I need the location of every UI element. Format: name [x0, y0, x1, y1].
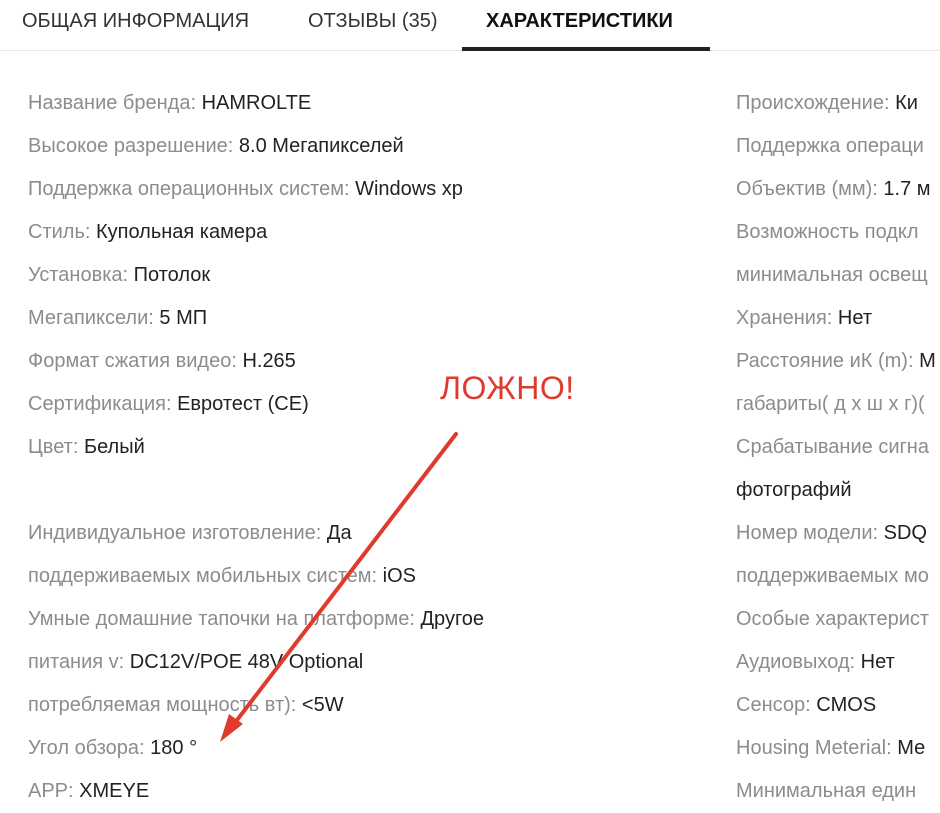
- spec-row-compression: Формат сжатия видео: H.265: [28, 340, 296, 383]
- spec-row-resolution: Высокое разрешение: 8.0 Мегапикселей: [28, 125, 404, 168]
- spec-name: Установка:: [28, 264, 134, 286]
- annotation-label: ЛОЖНО!: [440, 370, 575, 406]
- spec-name: Сертификация:: [28, 393, 178, 415]
- spec-row-smart-home: Умные домашние тапочки на платформе: Дру…: [28, 598, 484, 641]
- spec-value: iOS: [382, 565, 416, 587]
- tab-specifications-label: ХАРАКТЕРИСТИКИ: [486, 10, 673, 32]
- tab-bar: ОБЩАЯ ИНФОРМАЦИЯ ОТЗЫВЫ (35) ХАРАКТЕРИСТ…: [0, 0, 940, 51]
- spec-value: Ки: [895, 92, 918, 114]
- spec-row-view-angle: Угол обзора: 180 °: [28, 727, 197, 770]
- spec-row-special-features: Особые характерист: [736, 598, 929, 641]
- spec-value: CMOS: [816, 694, 877, 716]
- spec-value: <5W: [301, 694, 344, 716]
- spec-row-os-support: Поддержка операци: [736, 125, 924, 168]
- spec-value: Купольная камера: [95, 221, 268, 243]
- spec-name: Поддержка операционных систем:: [28, 178, 356, 200]
- spec-row-os: Поддержка операционных систем: Windows x…: [28, 168, 463, 211]
- spec-value: фотографий: [736, 479, 852, 501]
- spec-name: APP:: [28, 780, 80, 802]
- spec-name: Название бренда:: [28, 92, 202, 114]
- spec-value: Белый: [83, 436, 145, 458]
- spec-name: питания v:: [28, 651, 130, 673]
- spec-name: Аудиовыход:: [736, 651, 861, 673]
- spec-row-connectivity: Возможность подкл: [736, 211, 919, 254]
- spec-row-megapixels: Мегапиксели: 5 МП: [28, 297, 207, 340]
- spec-name: габариты( д х ш х г)(: [736, 393, 925, 415]
- spec-name: Сенсор:: [736, 694, 817, 716]
- tab-specifications[interactable]: ХАРАКТЕРИСТИКИ: [462, 0, 710, 51]
- spec-row-housing: Housing Meterial: Ме: [736, 727, 925, 770]
- tab-reviews[interactable]: ОТЗЫВЫ (35): [308, 0, 438, 50]
- spec-name: Умные домашние тапочки на платформе:: [28, 608, 421, 630]
- spec-row-origin: Происхождение: Ки: [736, 82, 918, 125]
- spec-row-min-unit: Минимальная един: [736, 770, 916, 807]
- tab-general-info[interactable]: ОБЩАЯ ИНФОРМАЦИЯ: [22, 0, 249, 50]
- spec-row-audio-out: Аудиовыход: Нет: [736, 641, 895, 684]
- spec-name: Номер модели:: [736, 522, 884, 544]
- spec-name: поддерживаемых мобильных систем:: [28, 565, 383, 587]
- spec-value: 1.7 м: [883, 178, 931, 200]
- spec-value: Да: [326, 522, 352, 544]
- spec-value: SDQ: [883, 522, 927, 544]
- spec-name: потребляемая мощность вт):: [28, 694, 302, 716]
- spec-row-customization: Индивидуальное изготовление: Да: [28, 512, 352, 555]
- spec-row-alarm-trigger-cont: фотографий: [736, 469, 852, 512]
- spec-row-style: Стиль: Купольная камера: [28, 211, 267, 254]
- spec-name: поддерживаемых мо: [736, 565, 929, 587]
- spec-value: XMEYE: [79, 780, 150, 802]
- spec-row-brand: Название бренда: HAMROLTE: [28, 82, 311, 125]
- spec-value: Нет: [837, 307, 872, 329]
- spec-value: Ме: [897, 737, 926, 759]
- spec-row-alarm-trigger: Срабатывание сигна: [736, 426, 929, 469]
- spec-row-min-illumination: минимальная освещ: [736, 254, 928, 297]
- spec-row-mobile-support: поддерживаемых мо: [736, 555, 929, 598]
- spec-row-model-number: Номер модели: SDQ: [736, 512, 927, 555]
- specs-right-column: Происхождение: Ки Поддержка операци Объе…: [736, 82, 940, 807]
- spec-name: Цвет:: [28, 436, 84, 458]
- spec-name: Возможность подкл: [736, 221, 919, 243]
- spec-value: H.265: [242, 350, 296, 372]
- spec-row-ir-distance: Расстояние иК (m): M: [736, 340, 936, 383]
- spec-name: Формат сжатия видео:: [28, 350, 243, 372]
- spec-name: Расстояние иК (m):: [736, 350, 920, 372]
- spec-value: Нет: [860, 651, 895, 673]
- spec-value: DC12V/POE 48V Optional: [129, 651, 364, 673]
- spec-row-storage: Хранения: Нет: [736, 297, 872, 340]
- spec-row-certification: Сертификация: Евротест (CE): [28, 383, 309, 426]
- spec-value: 180 °: [150, 737, 198, 759]
- spec-name: Минимальная един: [736, 780, 917, 802]
- spec-row-color: Цвет: Белый: [28, 426, 145, 469]
- spec-row-power-consumption: потребляемая мощность вт): <5W: [28, 684, 344, 727]
- spec-name: Индивидуальное изготовление:: [28, 522, 327, 544]
- active-tab-indicator: [462, 47, 710, 51]
- spec-name: Стиль:: [28, 221, 96, 243]
- spec-name: Происхождение:: [736, 92, 896, 114]
- spec-name: Угол обзора:: [28, 737, 151, 759]
- spec-name: Объектив (мм):: [736, 178, 884, 200]
- spec-name: минимальная освещ: [736, 264, 928, 286]
- spec-name: Мегапиксели:: [28, 307, 160, 329]
- spec-name: Особые характерист: [736, 608, 930, 630]
- spec-row-mobile-os: поддерживаемых мобильных систем: iOS: [28, 555, 416, 598]
- tab-reviews-label: ОТЗЫВЫ (35): [308, 10, 438, 32]
- spec-value: 8.0 Мегапикселей: [238, 135, 404, 157]
- spec-value: M: [919, 350, 936, 372]
- spec-value: 5 МП: [159, 307, 208, 329]
- spec-name: Срабатывание сигна: [736, 436, 929, 458]
- spec-name: Высокое разрешение:: [28, 135, 239, 157]
- spec-name: Хранения:: [736, 307, 838, 329]
- spec-name: Поддержка операци: [736, 135, 924, 157]
- spec-name: Housing Meterial:: [736, 737, 898, 759]
- spec-row-dimensions: габариты( д х ш х г)(: [736, 383, 925, 426]
- spec-value: Windows xp: [355, 178, 463, 200]
- spec-value: Потолок: [133, 264, 211, 286]
- tab-general-info-label: ОБЩАЯ ИНФОРМАЦИЯ: [22, 10, 250, 32]
- spec-row-sensor: Сенсор: CMOS: [736, 684, 876, 727]
- spec-value: Евротест (CE): [177, 393, 309, 415]
- spec-value: HAMROLTE: [201, 92, 312, 114]
- spec-row-installation: Установка: Потолок: [28, 254, 210, 297]
- spec-row-power: питания v: DC12V/POE 48V Optional: [28, 641, 363, 684]
- spec-row-lens: Объектив (мм): 1.7 м: [736, 168, 931, 211]
- spec-value: Другое: [420, 608, 485, 630]
